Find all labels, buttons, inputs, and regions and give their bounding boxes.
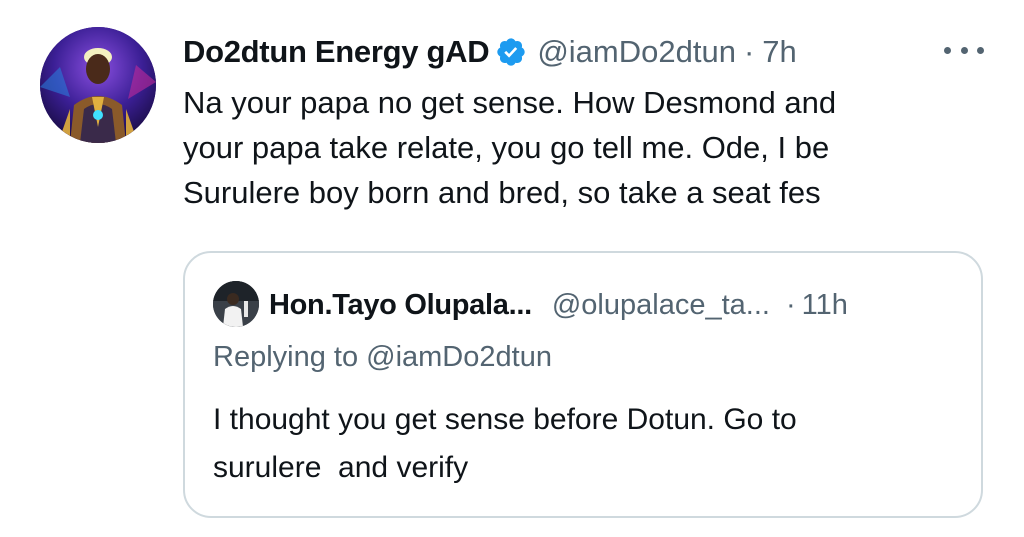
replying-to-label: Replying to @iamDo2dtun — [213, 341, 552, 373]
tweet-header: Do2dtun Energy gAD @iamDo2dtun · 7h — [183, 30, 797, 74]
author-avatar[interactable] — [40, 27, 156, 143]
quoted-tweet-header: Hon.Tayo Olupala... @olupalace_ta... · 1… — [269, 283, 848, 327]
more-dot — [944, 46, 951, 54]
verified-badge-icon — [495, 36, 527, 68]
quoted-author-handle[interactable]: @olupalace_ta... — [552, 289, 770, 322]
separator-dot: · — [785, 288, 796, 321]
tweet-timestamp[interactable]: 7h — [762, 34, 796, 70]
quoted-tweet[interactable]: Hon.Tayo Olupala... @olupalace_ta... · 1… — [183, 251, 983, 518]
tweet-text-line: your papa take relate, you go tell me. O… — [183, 130, 830, 165]
separator-dot: · — [743, 34, 755, 69]
quoted-text-line: surulere and verify — [213, 451, 469, 484]
author-name[interactable]: Do2dtun Energy gAD — [183, 34, 490, 70]
tweet-card[interactable]: Do2dtun Energy gAD @iamDo2dtun · 7h Na y… — [0, 0, 1024, 537]
tweet-text-line: Na your papa no get sense. How Desmond a… — [183, 85, 837, 120]
quoted-author-avatar[interactable] — [213, 281, 259, 327]
quoted-text-line: I thought you get sense before Dotun. Go… — [213, 403, 797, 436]
more-dot — [960, 46, 968, 54]
tweet-text-line: Surulere boy born and bred, so take a se… — [183, 175, 821, 210]
quoted-tweet-timestamp[interactable]: 11h — [802, 289, 848, 322]
quoted-tweet-text: I thought you get sense before Dotun. Go… — [213, 396, 953, 492]
author-handle[interactable]: @iamDo2dtun — [537, 34, 736, 70]
more-dot — [977, 46, 984, 54]
quoted-author-name[interactable]: Hon.Tayo Olupala... — [269, 289, 532, 322]
more-horizontal-icon[interactable] — [944, 38, 984, 62]
tweet-text: Na your papa no get sense. How Desmond a… — [183, 80, 983, 215]
